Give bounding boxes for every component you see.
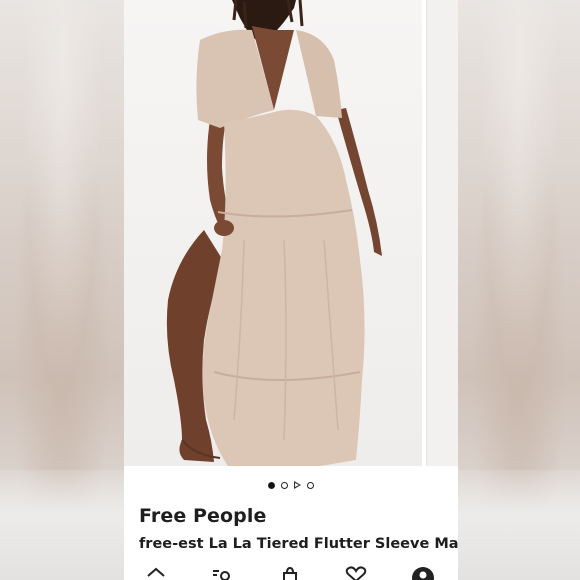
likes-tab[interactable] [345,566,367,580]
home-icon [147,567,165,577]
profile-icon [412,567,434,580]
bottom-tab-bar [124,564,458,580]
video-play-icon[interactable] [294,481,301,489]
model-in-dress-image [166,0,382,466]
next-photo-preview[interactable] [426,0,458,466]
home-tab[interactable] [145,566,167,580]
listing-title: free-est La La Tiered Flutter Sleeve Max… [139,536,458,552]
app-screen: Free People free-est La La Tiered Flutte… [124,0,458,580]
carousel-indicators [124,479,458,491]
profile-tab[interactable] [412,566,434,580]
feed-search-icon [213,570,230,580]
sell-tab[interactable] [279,566,301,580]
carousel-dot-4[interactable] [307,481,314,489]
carousel-dot-1[interactable] [268,481,275,489]
blurred-background-left [0,0,124,580]
feed-tab[interactable] [211,566,233,580]
product-photo[interactable] [124,0,422,466]
shopping-bag-icon [283,566,297,580]
blurred-background-right [458,0,580,580]
heart-icon [345,566,367,580]
brand-name[interactable]: Free People [139,505,267,527]
carousel-dot-2[interactable] [281,481,288,489]
